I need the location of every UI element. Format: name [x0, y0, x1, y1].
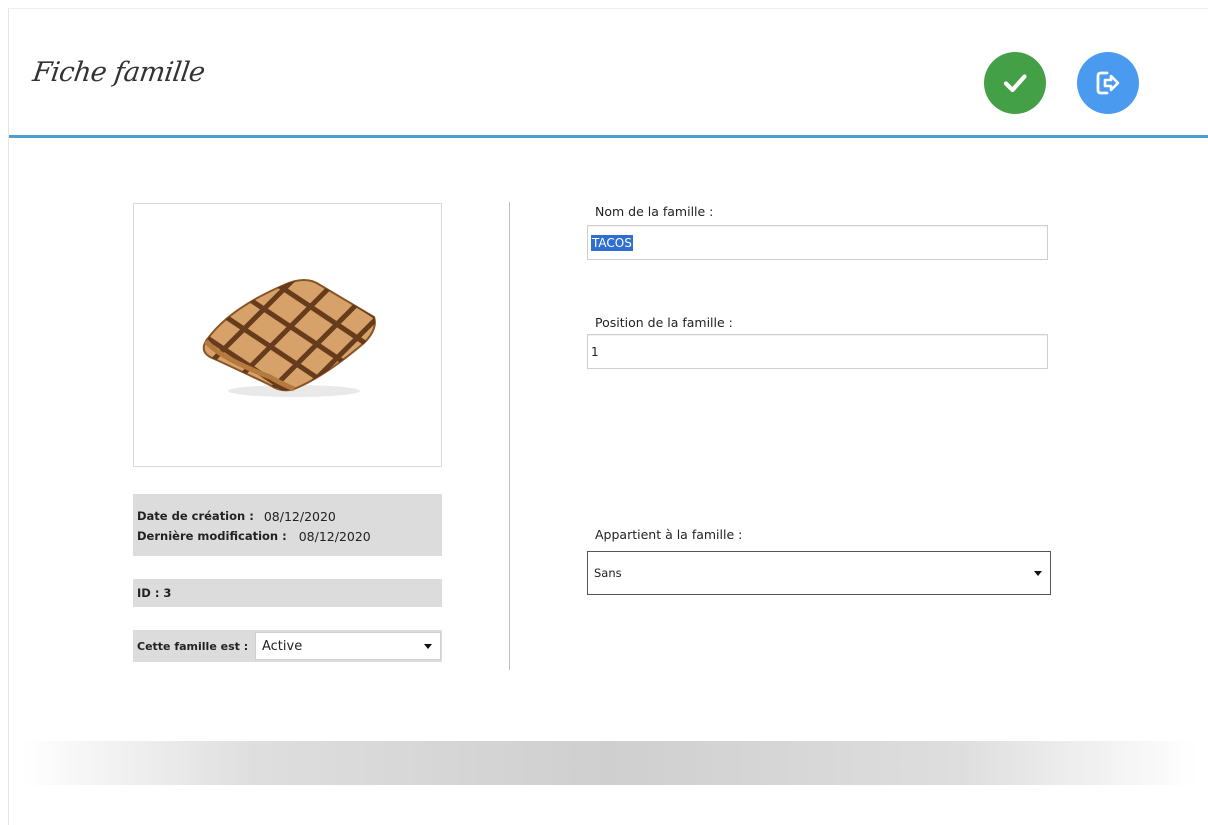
exit-button[interactable] — [1077, 52, 1139, 114]
footer-bar — [21, 741, 1197, 785]
creation-date-value: 08/12/2020 — [263, 508, 336, 524]
check-icon — [1003, 74, 1027, 93]
family-name-label: Nom de la famille : — [595, 204, 714, 219]
modification-date-value: 08/12/2020 — [298, 528, 371, 544]
validate-button[interactable] — [984, 52, 1046, 114]
page-title: Fiche famille — [30, 57, 207, 88]
modification-date-row: Dernière modification : 08/12/2020 — [137, 526, 438, 546]
parent-family-label: Appartient à la famille : — [595, 527, 743, 542]
chevron-down-icon — [1034, 570, 1042, 576]
parent-family-value: Sans — [594, 566, 622, 580]
family-name-input[interactable]: TACOS — [587, 225, 1048, 260]
family-id: ID : 3 — [133, 579, 442, 607]
creation-date-label: Date de création : — [137, 509, 254, 523]
chevron-down-icon — [424, 643, 432, 649]
family-state-select[interactable]: Active — [255, 632, 441, 660]
family-state-row: Cette famille est : Active — [133, 630, 442, 662]
family-name-value: TACOS — [591, 234, 633, 251]
dates-panel: Date de création : 08/12/2020 Dernière m… — [133, 494, 442, 556]
family-sheet-window: Fiche famille Date de création: 08/12/2… — [8, 8, 1208, 825]
exit-icon — [1096, 71, 1120, 95]
family-state-value: Active — [262, 638, 303, 654]
vertical-divider — [509, 202, 510, 670]
family-position-label: Position de la famille : — [595, 315, 733, 330]
family-position-value: 1 — [591, 344, 599, 359]
header-divider — [9, 135, 1208, 138]
family-photo[interactable] — [133, 203, 442, 467]
family-state-label: Cette famille est : — [137, 639, 249, 653]
parent-family-select[interactable]: Sans — [587, 551, 1051, 595]
family-position-input[interactable]: 1 — [587, 334, 1048, 369]
creation-date-row: Date de création : 08/12/2020 — [137, 506, 438, 526]
tacos-image — [202, 279, 376, 397]
modification-date-label: Dernière modification : — [137, 529, 287, 543]
